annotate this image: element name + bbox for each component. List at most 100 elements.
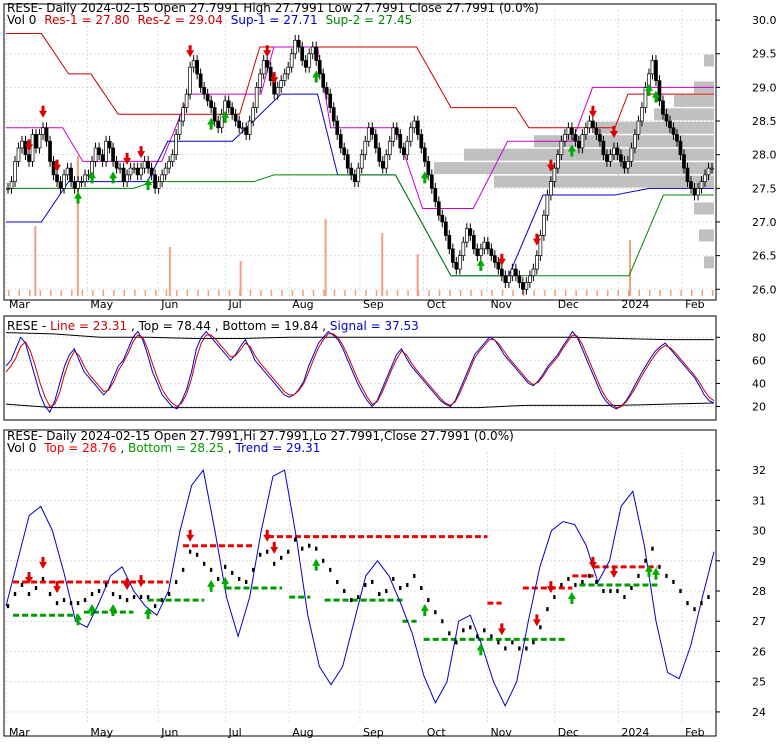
volume-bar (270, 290, 273, 296)
volume-bar (302, 290, 304, 296)
price-x-tick-label: Mar (9, 298, 30, 311)
candle-body (394, 127, 399, 135)
trend-candle (55, 601, 59, 606)
candle-body (177, 120, 182, 135)
volume-bar (627, 290, 630, 296)
candle-body (594, 127, 599, 135)
volume-bar (629, 240, 632, 296)
trend-x-tick-label: Mar (9, 726, 30, 739)
candle-body (139, 167, 143, 176)
candle-body (132, 167, 136, 170)
trend-candle (574, 582, 577, 587)
volume-bar (186, 290, 189, 296)
volume-bar (134, 290, 136, 296)
candle-body (440, 214, 445, 223)
trend-candle (230, 570, 234, 575)
price-y-tick-label: 26.5 (752, 250, 777, 263)
trend-candle (539, 625, 542, 630)
candle-body (500, 268, 504, 277)
trend-y-tick-label: 24 (752, 706, 766, 719)
trend-candle (532, 640, 535, 645)
candle-body (626, 161, 630, 169)
candle-body (13, 161, 17, 182)
trend-candle (560, 582, 563, 587)
volume-bar (575, 290, 577, 296)
trend-candle (616, 589, 619, 594)
volume-bar (386, 290, 388, 296)
price-x-tick-label: Sep (363, 298, 384, 311)
candle-body (247, 120, 252, 135)
candle-body (125, 174, 129, 182)
candle-body (111, 147, 115, 162)
trend-x-tick-label: Dec (558, 726, 579, 739)
candle-body (317, 60, 322, 75)
price-x-tick-label: Jul (227, 298, 241, 311)
volume-bar (281, 290, 283, 296)
candle-body (370, 127, 375, 135)
candle-body (188, 66, 192, 95)
price-legend: Vol 0 Res-1 = 27.80 Res-2 = 29.04 Sup-1 … (7, 13, 412, 27)
trend-candle (69, 601, 73, 606)
candle-body (629, 147, 634, 162)
candle-body (114, 161, 119, 169)
candle-body (121, 167, 126, 182)
volume-bar (228, 290, 231, 296)
trend-candle (350, 598, 353, 603)
candle-body (429, 174, 434, 189)
trend-candle (265, 549, 269, 554)
trend-y-tick-label: 27 (752, 615, 766, 628)
trend-candle (188, 549, 192, 554)
trend-candle (48, 592, 52, 597)
candle-body (83, 174, 87, 182)
price-x-tick-label: Oct (427, 298, 447, 311)
volume-bar (344, 290, 346, 296)
candle-body (65, 167, 70, 176)
candle-body (261, 60, 266, 75)
volume-bar (81, 290, 84, 296)
candle-body (475, 248, 480, 256)
candle-body (692, 187, 697, 196)
price-y-tick-label: 29.5 (752, 48, 777, 61)
volume-bar (638, 290, 640, 296)
candle-body (191, 60, 196, 68)
volume-bar (18, 290, 21, 296)
candle-body (507, 275, 511, 283)
candle-body (296, 39, 301, 48)
chart-svg: 26.0 26.5 27.0 27.5 28.0 28.5 29.0 29.5 30.0 Mar M… (3, 1, 777, 739)
candle-body (328, 93, 333, 108)
trend-candle (385, 589, 388, 594)
candle-body (163, 167, 168, 176)
candle-body (104, 140, 108, 162)
candle-body (41, 127, 45, 135)
trend-candle (174, 579, 178, 584)
price-x-tick-label: Feb (685, 298, 704, 311)
candle-body (275, 87, 280, 95)
trend-candle (83, 598, 87, 603)
candle-body (356, 167, 361, 182)
trend-x-tick-label: 2024 (621, 726, 649, 739)
candle-body (230, 107, 235, 115)
trend-candle (223, 564, 227, 569)
trend-candle (693, 607, 696, 612)
trend-legend-top: Top = 28.76 (43, 441, 116, 455)
candle-body (174, 134, 178, 156)
candle-body (559, 140, 564, 156)
candle-body (412, 120, 417, 129)
candle-body (545, 194, 550, 216)
volume-profile-bar (699, 229, 714, 242)
trend-y-tick-label: 25 (752, 676, 766, 689)
trend-candle (34, 586, 38, 590)
candle-body (461, 241, 466, 256)
volume-bar (564, 290, 567, 296)
trend-candle (90, 592, 94, 597)
candle-body (146, 161, 150, 169)
candle-body (93, 147, 98, 162)
volume-profile-bar (704, 256, 714, 269)
candle-body (706, 167, 711, 176)
trend-candle (251, 567, 255, 572)
candle-body (345, 154, 350, 169)
price-y-tick-label: 26.0 (752, 283, 777, 296)
candle-body (300, 46, 305, 61)
trend-candle (237, 576, 241, 581)
volume-bar (249, 290, 252, 296)
